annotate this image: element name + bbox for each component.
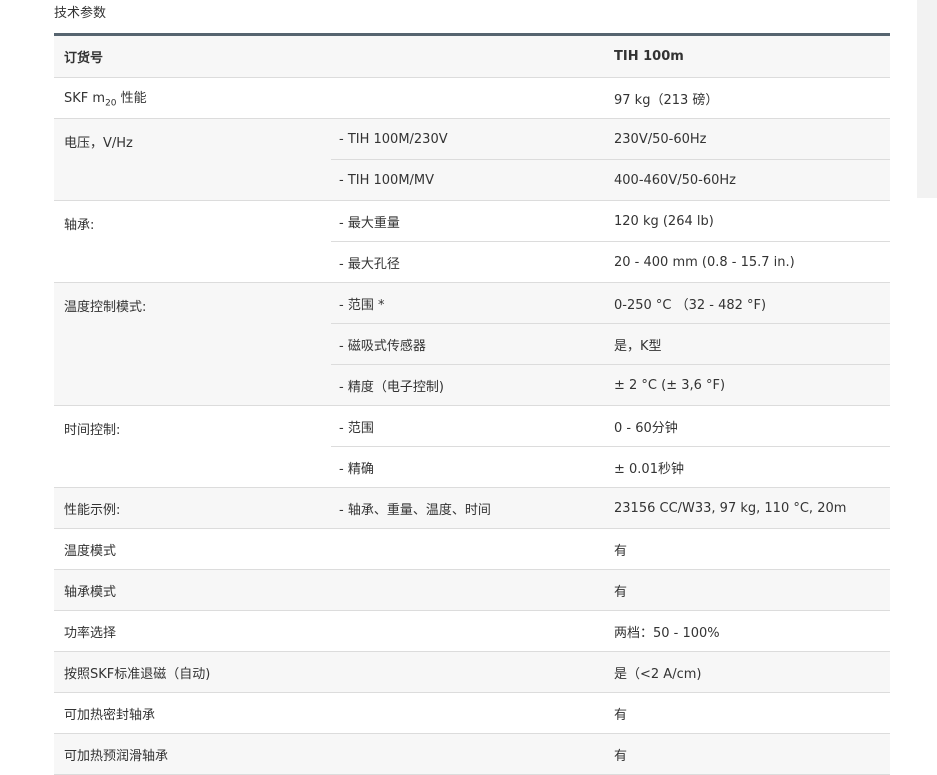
time-accuracy-value: ± 0.01秒钟 — [606, 446, 890, 488]
table-row: 功率选择 两档：50 - 100% — [54, 610, 890, 652]
temperature-sensor-label: - 磁吸式传感器 — [331, 323, 606, 365]
empty-cell — [331, 34, 606, 78]
table-row: SKF m20 性能 97 kg（213 磅） — [54, 77, 890, 119]
section-title: 技术参数 — [54, 6, 107, 21]
bearing-weight-value: 120 kg (264 lb) — [606, 200, 890, 242]
bearing-bore-label: - 最大孔径 — [331, 241, 606, 283]
empty-cell — [331, 569, 606, 611]
temperature-sensor-value: 是，K型 — [606, 323, 890, 365]
empty-cell — [331, 733, 606, 775]
empty-cell — [331, 528, 606, 570]
voltage-label: 电压，V/Hz — [54, 118, 331, 201]
temperature-range-label: - 范围 * — [331, 282, 606, 324]
power-selection-value: 两档：50 - 100% — [606, 610, 890, 652]
voltage-mv-label: - TIH 100M/MV — [331, 159, 606, 201]
bearing-mode-label: 轴承模式 — [54, 569, 331, 611]
performance-label: SKF m20 性能 — [54, 77, 331, 119]
table-row: 电压，V/Hz - TIH 100M/230V 230V/50-60Hz — [54, 118, 890, 201]
table-row: 轴承: - 最大重量 120 kg (264 lb) — [54, 200, 890, 283]
empty-cell — [331, 77, 606, 119]
model-name: TIH 100m — [606, 34, 890, 78]
voltage-230-value: 230V/50-60Hz — [606, 118, 890, 160]
voltage-230-label: - TIH 100M/230V — [331, 118, 606, 160]
time-control-label: 时间控制: — [54, 405, 331, 488]
empty-cell — [331, 651, 606, 693]
voltage-mv-value: 400-460V/50-60Hz — [606, 159, 890, 201]
demagnetization-value: 是（<2 A/cm) — [606, 651, 890, 693]
table-row: 可加热预润滑轴承 有 — [54, 733, 890, 775]
table-row: 按照SKF标准退磁（自动) 是（<2 A/cm) — [54, 651, 890, 693]
spec-table: 订货号 TIH 100m SKF m20 性能 97 kg（213 磅） 电压，… — [54, 33, 890, 775]
table-row: 轴承模式 有 — [54, 569, 890, 611]
temperature-range-value: 0-250 °C （32 - 482 °F) — [606, 282, 890, 324]
empty-cell — [331, 692, 606, 734]
temperature-accuracy-label: - 精度（电子控制) — [331, 364, 606, 406]
order-number-label: 订货号 — [54, 34, 331, 78]
table-row: 温度模式 有 — [54, 528, 890, 570]
table-row: 温度控制模式: - 范围 * 0-250 °C （32 - 482 °F) — [54, 282, 890, 406]
prelubricated-bearing-label: 可加热预润滑轴承 — [54, 733, 331, 775]
sealed-bearing-value: 有 — [606, 692, 890, 734]
performance-value: 97 kg（213 磅） — [606, 77, 890, 119]
power-selection-label: 功率选择 — [54, 610, 331, 652]
prelubricated-bearing-value: 有 — [606, 733, 890, 775]
performance-example-sub-label: - 轴承、重量、温度、时间 — [331, 487, 606, 529]
table-row: 时间控制: - 范围 0 - 60分钟 — [54, 405, 890, 488]
bearing-weight-label: - 最大重量 — [331, 200, 606, 242]
temperature-mode2-label: 温度模式 — [54, 528, 331, 570]
temperature-mode-label: 温度控制模式: — [54, 282, 331, 406]
bearing-bore-value: 20 - 400 mm (0.8 - 15.7 in.) — [606, 241, 890, 283]
performance-example-label: 性能示例: — [54, 487, 331, 529]
table-row: 可加热密封轴承 有 — [54, 692, 890, 734]
time-range-label: - 范围 — [331, 405, 606, 447]
bearing-label: 轴承: — [54, 200, 331, 283]
temperature-mode2-value: 有 — [606, 528, 890, 570]
empty-cell — [331, 610, 606, 652]
bearing-mode-value: 有 — [606, 569, 890, 611]
demagnetization-label: 按照SKF标准退磁（自动) — [54, 651, 331, 693]
time-range-value: 0 - 60分钟 — [606, 405, 890, 447]
performance-example-value: 23156 CC/W33, 97 kg, 110 °C, 20m — [606, 487, 890, 529]
table-row: 性能示例: - 轴承、重量、温度、时间 23156 CC/W33, 97 kg,… — [54, 487, 890, 529]
scrollbar-track[interactable] — [917, 0, 937, 198]
time-accuracy-label: - 精确 — [331, 446, 606, 488]
table-header-row: 订货号 TIH 100m — [54, 34, 890, 78]
temperature-accuracy-value: ± 2 °C (± 3,6 °F) — [606, 364, 890, 406]
sealed-bearing-label: 可加热密封轴承 — [54, 692, 331, 734]
